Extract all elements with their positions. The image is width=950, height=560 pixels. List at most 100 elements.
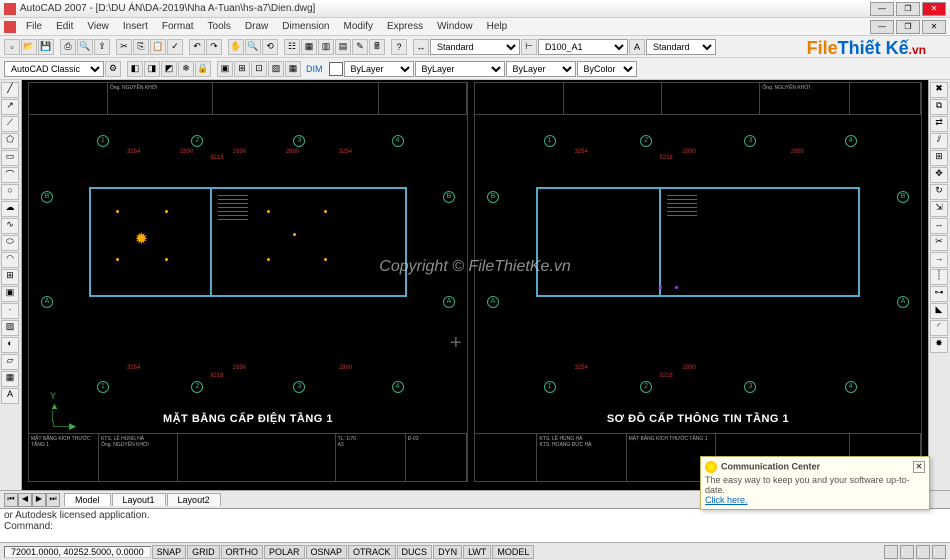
zoom-icon[interactable]: 🔍 bbox=[245, 39, 261, 55]
tool-palettes-icon[interactable]: ▥ bbox=[318, 39, 334, 55]
menu-dimension[interactable]: Dimension bbox=[276, 20, 335, 33]
layer-lock-icon[interactable]: 🔒 bbox=[195, 61, 211, 77]
new-icon[interactable]: ▫ bbox=[4, 39, 20, 55]
fillet-icon[interactable]: ◜ bbox=[930, 320, 948, 336]
menu-insert[interactable]: Insert bbox=[117, 20, 154, 33]
move-icon[interactable]: ✥ bbox=[930, 167, 948, 183]
cut-icon[interactable]: ✂ bbox=[116, 39, 132, 55]
annoscale-select[interactable]: D100_A1 bbox=[538, 39, 628, 55]
redo-icon[interactable]: ↷ bbox=[206, 39, 222, 55]
chamfer-icon[interactable]: ◣ bbox=[930, 303, 948, 319]
coordinates-display[interactable]: 72001.0000, 40252.5000, 0.0000 bbox=[4, 546, 151, 558]
line-icon[interactable]: ╱ bbox=[1, 82, 19, 98]
rectangle-icon[interactable]: ▭ bbox=[1, 150, 19, 166]
preview-icon[interactable]: 🔍 bbox=[77, 39, 93, 55]
save-icon[interactable]: 💾 bbox=[38, 39, 54, 55]
erase-icon[interactable]: ✖ bbox=[930, 82, 948, 98]
dim-toggle[interactable]: DIM bbox=[306, 64, 323, 74]
arc-icon[interactable]: ⌒ bbox=[1, 167, 19, 183]
menu-window[interactable]: Window bbox=[431, 20, 479, 33]
break-icon[interactable]: ┊ bbox=[930, 269, 948, 285]
dim-linear-icon[interactable]: ⊢ bbox=[521, 39, 537, 55]
menu-tools[interactable]: Tools bbox=[202, 20, 237, 33]
trim-icon[interactable]: ✂ bbox=[930, 235, 948, 251]
menu-format[interactable]: Format bbox=[156, 20, 200, 33]
help-icon[interactable]: ? bbox=[391, 39, 407, 55]
ortho-toggle[interactable]: ORTHO bbox=[221, 545, 263, 559]
plotstyle-select[interactable]: ByColor bbox=[577, 61, 637, 77]
close-button[interactable]: ✕ bbox=[922, 2, 946, 16]
scale-icon[interactable]: ⇲ bbox=[930, 201, 948, 217]
print-icon[interactable]: ⎙ bbox=[60, 39, 76, 55]
insert-icon[interactable]: ⊞ bbox=[234, 61, 250, 77]
layer-off-icon[interactable]: ◩ bbox=[161, 61, 177, 77]
tab-first-icon[interactable]: ⏮ bbox=[4, 493, 18, 507]
color-swatch[interactable] bbox=[329, 62, 343, 76]
open-icon[interactable]: 📂 bbox=[21, 39, 37, 55]
doc-minimize-button[interactable]: — bbox=[870, 20, 894, 34]
markup-icon[interactable]: ✎ bbox=[352, 39, 368, 55]
insert-block-icon[interactable]: ⊞ bbox=[1, 269, 19, 285]
make-block-icon[interactable]: ▣ bbox=[1, 286, 19, 302]
array-icon[interactable]: ⊞ bbox=[930, 150, 948, 166]
tab-prev-icon[interactable]: ◀ bbox=[18, 493, 32, 507]
dyn-toggle[interactable]: DYN bbox=[433, 545, 462, 559]
mirror-icon[interactable]: ⇄ bbox=[930, 116, 948, 132]
copy2-icon[interactable]: ⧉ bbox=[930, 99, 948, 115]
circle-icon[interactable]: ○ bbox=[1, 184, 19, 200]
revcloud-icon[interactable]: ☁ bbox=[1, 201, 19, 217]
clean-screen-icon[interactable] bbox=[932, 545, 946, 559]
dimstyle-select[interactable]: Standard bbox=[430, 39, 520, 55]
tab-model[interactable]: Model bbox=[64, 493, 111, 506]
tray-icon[interactable] bbox=[916, 545, 930, 559]
doc-close-button[interactable]: ✕ bbox=[922, 20, 946, 34]
tab-layout1[interactable]: Layout1 bbox=[112, 493, 166, 506]
table-icon[interactable]: ▦ bbox=[285, 61, 301, 77]
join-icon[interactable]: ⊶ bbox=[930, 286, 948, 302]
tab-last-icon[interactable]: ⏭ bbox=[46, 493, 60, 507]
stretch-icon[interactable]: ↔ bbox=[930, 218, 948, 234]
color-select[interactable]: ByLayer bbox=[344, 61, 414, 77]
menu-help[interactable]: Help bbox=[481, 20, 514, 33]
tab-next-icon[interactable]: ▶ bbox=[32, 493, 46, 507]
command-line[interactable]: or Autodesk licensed application. Comman… bbox=[0, 508, 950, 542]
table2-icon[interactable]: ▦ bbox=[1, 371, 19, 387]
pan-icon[interactable]: ✋ bbox=[228, 39, 244, 55]
model-toggle[interactable]: MODEL bbox=[492, 545, 534, 559]
ducs-toggle[interactable]: DUCS bbox=[397, 545, 433, 559]
extend-icon[interactable]: → bbox=[930, 252, 948, 268]
copy-icon[interactable]: ⎘ bbox=[133, 39, 149, 55]
match-icon[interactable]: ✓ bbox=[167, 39, 183, 55]
properties-icon[interactable]: ☷ bbox=[284, 39, 300, 55]
gradient-icon[interactable]: ◐ bbox=[1, 337, 19, 353]
commcenter-close-button[interactable]: ✕ bbox=[913, 461, 925, 473]
polyline-icon[interactable]: ⟋ bbox=[1, 116, 19, 132]
lwt-toggle[interactable]: LWT bbox=[463, 545, 491, 559]
maximize-button[interactable]: ❐ bbox=[896, 2, 920, 16]
workspace-settings-icon[interactable]: ⚙ bbox=[105, 61, 121, 77]
polygon-icon[interactable]: ⬠ bbox=[1, 133, 19, 149]
otrack-toggle[interactable]: OTRACK bbox=[348, 545, 396, 559]
lock-icon[interactable] bbox=[900, 545, 914, 559]
undo-icon[interactable]: ↶ bbox=[189, 39, 205, 55]
point-icon[interactable]: · bbox=[1, 303, 19, 319]
menu-modify[interactable]: Modify bbox=[338, 20, 379, 33]
spline-icon[interactable]: ∿ bbox=[1, 218, 19, 234]
region-icon[interactable]: ▱ bbox=[1, 354, 19, 370]
osnap-toggle[interactable]: OSNAP bbox=[306, 545, 348, 559]
rotate-icon[interactable]: ↻ bbox=[930, 184, 948, 200]
paste-icon[interactable]: 📋 bbox=[150, 39, 166, 55]
menu-express[interactable]: Express bbox=[381, 20, 429, 33]
commcenter-icon[interactable] bbox=[884, 545, 898, 559]
layer-state-icon[interactable]: ◨ bbox=[144, 61, 160, 77]
publish-icon[interactable]: ⇪ bbox=[94, 39, 110, 55]
minimize-button[interactable]: — bbox=[870, 2, 894, 16]
workspace-select[interactable]: AutoCAD Classic bbox=[4, 61, 104, 77]
dim-style-icon[interactable]: ↔ bbox=[413, 39, 429, 55]
commcenter-link[interactable]: Click here. bbox=[705, 495, 925, 505]
offset-icon[interactable]: ⫽ bbox=[930, 133, 948, 149]
polar-toggle[interactable]: POLAR bbox=[264, 545, 305, 559]
hatch-icon[interactable]: ▨ bbox=[268, 61, 284, 77]
lineweight-select[interactable]: ByLayer bbox=[506, 61, 576, 77]
layer-icon[interactable]: ◧ bbox=[127, 61, 143, 77]
